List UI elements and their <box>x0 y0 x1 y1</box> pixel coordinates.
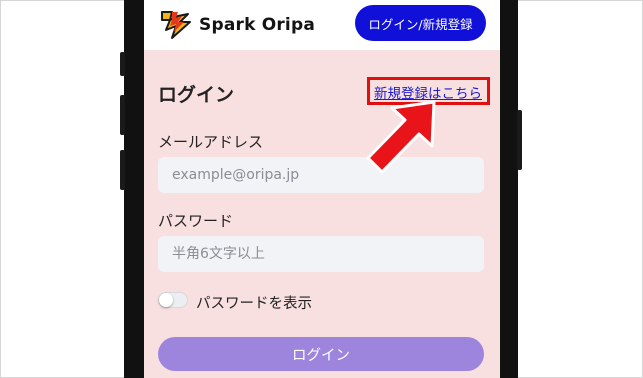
login-submit-button[interactable]: ログイン <box>158 337 484 371</box>
phone-screen: Spark Oripa ログイン/新規登録 ログイン 新規登録はこちら メールア… <box>144 0 500 378</box>
phone-side-button <box>120 52 125 76</box>
show-password-toggle[interactable] <box>158 292 188 308</box>
toggle-knob <box>159 293 173 307</box>
brand-name: Spark Oripa <box>199 15 315 35</box>
login-title: ログイン <box>158 84 235 106</box>
password-field[interactable] <box>158 236 484 272</box>
site-header: Spark Oripa ログイン/新規登録 <box>144 0 500 50</box>
lightning-logo-icon <box>161 11 191 39</box>
red-arrow-icon <box>366 100 436 174</box>
login-register-button[interactable]: ログイン/新規登録 <box>355 5 486 41</box>
phone-volume-down-button <box>120 150 125 190</box>
phone-power-button <box>517 110 522 170</box>
show-password-label: パスワードを表示 <box>196 296 312 312</box>
password-label: パスワード <box>158 212 234 230</box>
phone-volume-up-button <box>120 95 125 135</box>
email-label: メールアドレス <box>158 133 264 151</box>
